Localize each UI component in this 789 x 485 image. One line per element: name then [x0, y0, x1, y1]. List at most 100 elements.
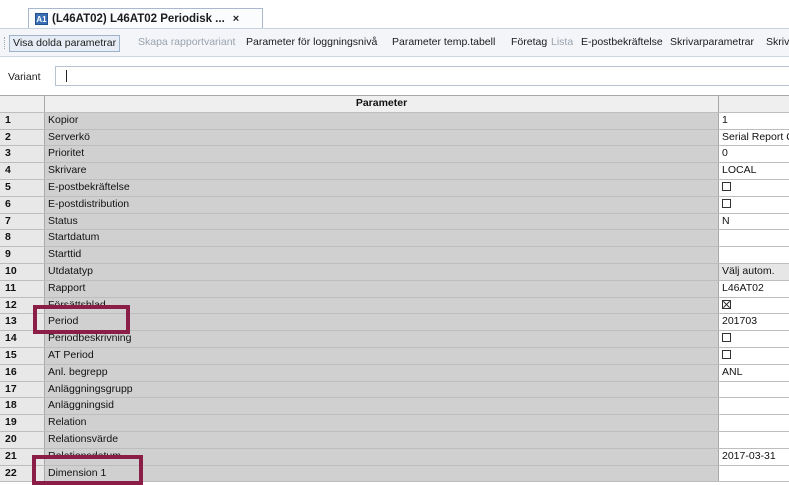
- checked-checkbox[interactable]: [722, 299, 731, 309]
- parameter-value[interactable]: Serial Report Q: [719, 129, 789, 146]
- show-hidden-parameters-button[interactable]: Visa dolda parametrar: [9, 35, 121, 52]
- parameter-value[interactable]: N: [719, 213, 789, 230]
- parameter-name: Anläggningsgrupp: [45, 381, 719, 398]
- table-row[interactable]: 11 Rapport L46AT02: [0, 280, 789, 298]
- close-tab-icon[interactable]: ×: [233, 13, 239, 25]
- parameter-name: Relation: [45, 415, 719, 431]
- table-row[interactable]: 8 Startdatum: [0, 230, 789, 248]
- value-column-header[interactable]: [719, 96, 789, 112]
- parameter-name: Serverkö: [45, 129, 719, 146]
- row-number: 19: [0, 415, 45, 431]
- parameter-name: Anläggningsid: [45, 398, 719, 415]
- tab-strip: A1 (L46AT02) L46AT02 Periodisk ... ×: [0, 0, 789, 29]
- parameter-value[interactable]: ANL: [719, 364, 789, 381]
- parameter-value[interactable]: [719, 347, 789, 364]
- parameter-name: Relationsvärde: [45, 431, 719, 448]
- parameter-value[interactable]: [719, 247, 789, 263]
- company-button[interactable]: Företag: [508, 35, 550, 52]
- table-row[interactable]: 10 Utdatatyp Välj autom.: [0, 263, 789, 281]
- checkbox[interactable]: [722, 349, 731, 359]
- parameter-value[interactable]: 0: [719, 146, 789, 163]
- table-row[interactable]: 17 Anläggningsgrupp: [0, 381, 789, 399]
- parameter-name: Rapport: [45, 280, 719, 297]
- row-number: 16: [0, 364, 45, 381]
- parameter-value[interactable]: 1: [719, 112, 789, 129]
- parameter-name: Starttid: [45, 247, 719, 263]
- row-number: 5: [0, 179, 45, 196]
- table-row[interactable]: 4 Skrivare LOCAL: [0, 163, 789, 180]
- parameter-name: Kopior: [45, 112, 719, 129]
- parameter-name: Försättsblad: [45, 297, 719, 314]
- parameter-value[interactable]: [719, 415, 789, 431]
- row-number: 8: [0, 230, 45, 247]
- parameter-name: Status: [45, 213, 719, 230]
- checkbox[interactable]: [722, 198, 731, 208]
- toolbar-grip-icon[interactable]: [4, 37, 8, 49]
- row-number: 9: [0, 247, 45, 263]
- temp-table-parameter-button[interactable]: Parameter temp.tabell: [389, 35, 498, 52]
- table-row[interactable]: 12 Försättsblad: [0, 297, 789, 315]
- row-number: 3: [0, 146, 45, 163]
- parameter-value[interactable]: [719, 230, 789, 247]
- row-number: 2: [0, 129, 45, 146]
- row-number: 10: [0, 263, 45, 280]
- email-confirmation-button[interactable]: E-postbekräftelse: [578, 35, 666, 52]
- row-number: 12: [0, 297, 45, 314]
- table-row[interactable]: 21 Relationsdatum 2017-03-31: [0, 448, 789, 466]
- table-row[interactable]: 20 Relationsvärde: [0, 431, 789, 449]
- parameter-value[interactable]: 201703: [719, 314, 789, 331]
- variant-input[interactable]: [55, 66, 789, 86]
- table-row[interactable]: 5 E-postbekräftelse: [0, 179, 789, 197]
- table-row[interactable]: 1 Kopior 1: [0, 112, 789, 130]
- printer-parameters-button[interactable]: Skrivarparametrar: [667, 35, 757, 52]
- parameter-value[interactable]: [719, 179, 789, 196]
- create-report-variant-button[interactable]: Skapa rapportvariant: [135, 35, 238, 52]
- checkbox[interactable]: [722, 333, 731, 343]
- parameter-name: E-postdistribution: [45, 196, 719, 213]
- table-row[interactable]: 13 Period 201703: [0, 314, 789, 332]
- grid-header-row: Parameter: [0, 96, 789, 113]
- table-row[interactable]: 2 Serverkö Serial Report Q: [0, 129, 789, 147]
- parameter-value[interactable]: [719, 297, 789, 314]
- table-row[interactable]: 16 Anl. begrepp ANL: [0, 364, 789, 382]
- parameter-name: E-postbekräftelse: [45, 179, 719, 196]
- logging-level-parameter-button[interactable]: Parameter för loggningsnivå: [243, 35, 380, 52]
- table-row[interactable]: 3 Prioritet 0: [0, 146, 789, 164]
- table-row[interactable]: 19 Relation: [0, 415, 789, 432]
- parameter-value[interactable]: LOCAL: [719, 163, 789, 179]
- parameter-name: AT Period: [45, 347, 719, 364]
- parameter-name: Periodbeskrivning: [45, 331, 719, 347]
- table-row[interactable]: 7 Status N: [0, 213, 789, 231]
- parameter-value[interactable]: [719, 398, 789, 415]
- row-number: 6: [0, 196, 45, 213]
- parameter-name: Relationsdatum: [45, 448, 719, 465]
- table-row[interactable]: 14 Periodbeskrivning: [0, 331, 789, 348]
- row-number: 17: [0, 381, 45, 398]
- text-caret: [66, 70, 67, 82]
- parameter-value[interactable]: L46AT02: [719, 280, 789, 297]
- print-button[interactable]: Skriv: [763, 35, 789, 52]
- row-number: 13: [0, 314, 45, 331]
- parameter-name: Prioritet: [45, 146, 719, 163]
- parameter-name: Startdatum: [45, 230, 719, 247]
- checkbox[interactable]: [722, 181, 731, 191]
- table-row[interactable]: 15 AT Period: [0, 347, 789, 365]
- parameter-value[interactable]: [719, 331, 789, 347]
- tab-title: (L46AT02) L46AT02 Periodisk ...: [52, 13, 225, 25]
- parameter-value[interactable]: [719, 381, 789, 398]
- parameter-value[interactable]: Välj autom.: [719, 263, 789, 280]
- table-row[interactable]: 22 Dimension 1: [0, 465, 789, 483]
- row-number: 20: [0, 431, 45, 448]
- document-tab[interactable]: A1 (L46AT02) L46AT02 Periodisk ... ×: [28, 8, 263, 29]
- list-button[interactable]: Lista: [548, 35, 576, 52]
- table-row[interactable]: 18 Anläggningsid: [0, 398, 789, 416]
- grid-rows: 1 Kopior 1 2 Serverkö Serial Report Q 3 Priorit…: [0, 112, 789, 483]
- row-number: 1: [0, 112, 45, 129]
- table-row[interactable]: 9 Starttid: [0, 247, 789, 264]
- parameter-value[interactable]: 2017-03-31: [719, 448, 789, 465]
- table-row[interactable]: 6 E-postdistribution: [0, 196, 789, 214]
- parameter-column-header[interactable]: Parameter: [45, 96, 719, 112]
- parameter-value[interactable]: [719, 196, 789, 213]
- row-number-header: [0, 96, 45, 112]
- parameter-value[interactable]: [719, 431, 789, 448]
